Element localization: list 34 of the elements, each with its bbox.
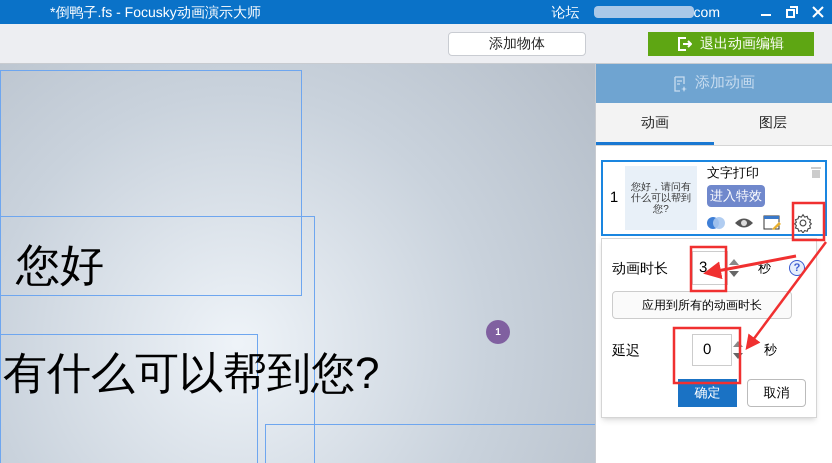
window-title: *倒鸭子.fs - Focusky动画演示大师	[50, 2, 261, 22]
settings-icon[interactable]	[793, 212, 813, 233]
cancel-button[interactable]: 取消	[746, 379, 806, 407]
animation-name: 文字打印	[707, 164, 760, 182]
add-object-button[interactable]: 添加物体	[448, 32, 586, 56]
exit-icon	[678, 36, 692, 50]
slide-text[interactable]: 您好	[16, 244, 104, 288]
delay-label: 延迟	[612, 340, 641, 360]
thumbnail-text: 您好，请问有什么可以帮到您?	[630, 182, 692, 214]
duration-field[interactable]: 3	[692, 251, 728, 285]
apply-to-all-button[interactable]: 应用到所有的动画时长	[612, 291, 792, 319]
edit-window-icon[interactable]	[763, 214, 781, 231]
delay-field[interactable]: 0	[692, 334, 732, 366]
duration-label: 动画时长	[612, 258, 669, 278]
duration-spinner[interactable]	[728, 259, 740, 277]
eye-icon[interactable]	[734, 216, 754, 229]
panel-tab[interactable]: 图层	[714, 103, 832, 145]
account-name: com	[694, 2, 720, 22]
annotation-box	[792, 202, 826, 242]
help-button[interactable]: ?	[789, 260, 805, 276]
panel-tab[interactable]: 动画	[596, 103, 714, 145]
forum-link[interactable]: 论坛	[552, 2, 580, 22]
overlap-circles-icon[interactable]	[707, 216, 725, 230]
slide-text[interactable]: 有什么可以帮到您?	[3, 352, 380, 396]
animation-number: 1	[608, 188, 620, 208]
animation-order-badge[interactable]: 1	[486, 320, 510, 344]
delay-spinner[interactable]	[732, 341, 744, 359]
annotation-box	[672, 326, 742, 384]
restore-icon[interactable]	[786, 6, 798, 18]
close-icon[interactable]	[812, 6, 824, 18]
animation-item[interactable]: 1 您好，请问有什么可以帮到您? 文字打印 进入特效	[601, 160, 827, 236]
add-list-icon	[673, 76, 687, 92]
annotation-box	[690, 246, 728, 292]
delay-unit: 秒	[764, 341, 777, 360]
